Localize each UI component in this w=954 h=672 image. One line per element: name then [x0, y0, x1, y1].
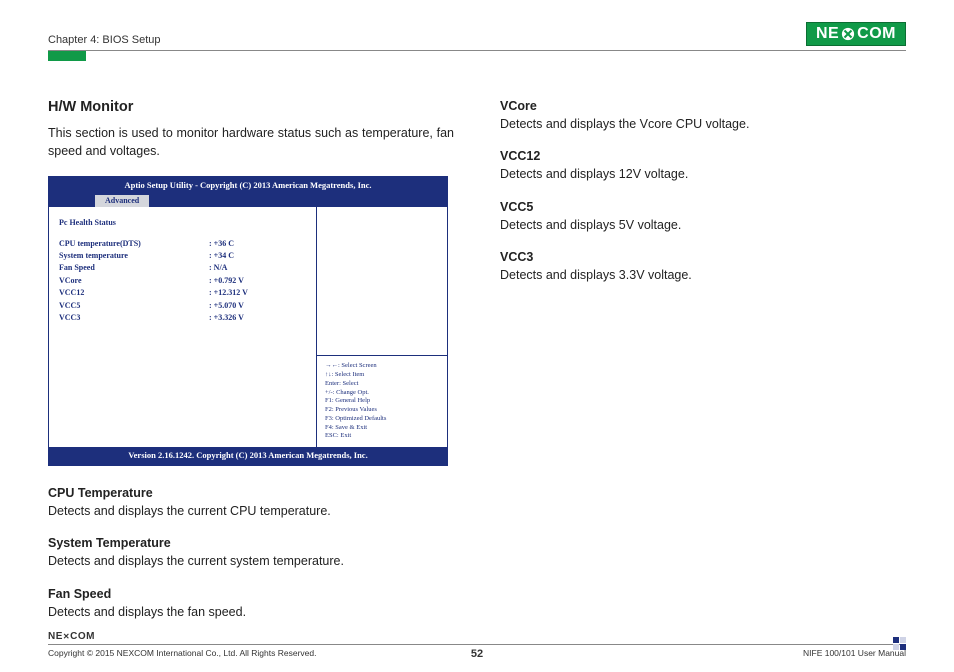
- bios-left-pane: Pc Health Status CPU temperature(DTS): +…: [49, 207, 317, 447]
- bios-row-value: : N/A: [209, 262, 227, 274]
- bios-help-line: +/-: Change Opt.: [325, 389, 439, 398]
- bios-row-label: System temperature: [59, 250, 209, 262]
- bios-right-pane: →←: Select Screen↑↓: Select ItemEnter: S…: [317, 207, 447, 447]
- term-title: VCC12: [500, 147, 906, 165]
- footer-squares-icon: [893, 637, 906, 650]
- term-title: VCC5: [500, 198, 906, 216]
- bios-row-label: CPU temperature(DTS): [59, 238, 209, 250]
- term-desc: Detects and displays the current system …: [48, 552, 454, 570]
- bios-help-line: →←: Select Screen: [325, 362, 439, 371]
- bios-help-line: ↑↓: Select Item: [325, 371, 439, 380]
- bios-row: VCore: +0.792 V: [59, 275, 306, 287]
- bios-row-label: VCC3: [59, 312, 209, 324]
- term-desc: Detects and displays the Vcore CPU volta…: [500, 115, 906, 133]
- bios-footer-bar: Version 2.16.1242. Copyright (C) 2013 Am…: [49, 447, 447, 465]
- bios-help-line: F4: Save & Exit: [325, 424, 439, 433]
- bios-tab-row: Advanced: [49, 195, 447, 207]
- content-columns: H/W Monitor This section is used to moni…: [48, 97, 906, 621]
- footer-logo-left: NE: [48, 631, 63, 642]
- bios-help-keys: →←: Select Screen↑↓: Select ItemEnter: S…: [317, 356, 447, 447]
- term-title: VCore: [500, 97, 906, 115]
- bios-row: Fan Speed: N/A: [59, 262, 306, 274]
- bios-row-value: : +3.326 V: [209, 312, 244, 324]
- bios-help-line: F2: Previous Values: [325, 406, 439, 415]
- bios-row: VCC3: +3.326 V: [59, 312, 306, 324]
- bios-row-value: : +34 C: [209, 250, 234, 262]
- section-title: H/W Monitor: [48, 97, 454, 118]
- term-desc: Detects and displays the current CPU tem…: [48, 502, 454, 520]
- bios-rows: CPU temperature(DTS): +36 CSystem temper…: [59, 238, 306, 325]
- term-title: VCC3: [500, 248, 906, 266]
- bios-row-label: Fan Speed: [59, 262, 209, 274]
- logo-x-icon: [840, 26, 856, 42]
- brand-logo: NE COM: [806, 22, 906, 46]
- bios-help-line: F1: General Help: [325, 397, 439, 406]
- logo-text-right: COM: [857, 25, 896, 43]
- bios-row-value: : +5.070 V: [209, 300, 244, 312]
- footer-manual-name: NIFE 100/101 User Manual: [803, 648, 906, 658]
- term-title: System Temperature: [48, 534, 454, 552]
- term-desc: Detects and displays 5V voltage.: [500, 216, 906, 234]
- bios-row-label: VCC5: [59, 300, 209, 312]
- bios-row-label: VCore: [59, 275, 209, 287]
- footer-logo-right: COM: [70, 631, 95, 642]
- page-footer: NE✕COM Copyright © 2015 NEXCOM Internati…: [48, 626, 906, 658]
- page-number: 52: [471, 648, 483, 660]
- term-desc: Detects and displays the fan speed.: [48, 603, 454, 621]
- bios-row-value: : +36 C: [209, 238, 234, 250]
- right-column: VCoreDetects and displays the Vcore CPU …: [500, 97, 906, 621]
- header-accent-bar: [48, 51, 86, 61]
- chapter-label: Chapter 4: BIOS Setup: [48, 34, 161, 46]
- bios-help-line: F3: Optimized Defaults: [325, 415, 439, 424]
- bios-row-value: : +12.312 V: [209, 287, 248, 299]
- bios-screenshot: Aptio Setup Utility - Copyright (C) 2013…: [48, 176, 448, 466]
- logo-text-left: NE: [816, 25, 839, 43]
- bios-row: VCC5: +5.070 V: [59, 300, 306, 312]
- footer-copyright: Copyright © 2015 NEXCOM International Co…: [48, 648, 316, 658]
- left-column: H/W Monitor This section is used to moni…: [48, 97, 454, 621]
- term-desc: Detects and displays 3.3V voltage.: [500, 266, 906, 284]
- footer-logo: NE✕COM: [48, 632, 95, 642]
- bios-help-line: ESC: Exit: [325, 432, 439, 441]
- page-header: Chapter 4: BIOS Setup NE COM: [48, 22, 906, 51]
- bios-title-bar: Aptio Setup Utility - Copyright (C) 2013…: [49, 177, 447, 195]
- term-title: Fan Speed: [48, 585, 454, 603]
- bios-row-value: : +0.792 V: [209, 275, 244, 287]
- term-desc: Detects and displays 12V voltage.: [500, 165, 906, 183]
- bios-tab-advanced: Advanced: [95, 195, 149, 207]
- bios-section-heading: Pc Health Status: [59, 217, 306, 229]
- term-title: CPU Temperature: [48, 484, 454, 502]
- bios-help-line: Enter: Select: [325, 380, 439, 389]
- bios-row: System temperature: +34 C: [59, 250, 306, 262]
- bios-row: CPU temperature(DTS): +36 C: [59, 238, 306, 250]
- bios-row: VCC12: +12.312 V: [59, 287, 306, 299]
- section-intro: This section is used to monitor hardware…: [48, 124, 454, 160]
- bios-row-label: VCC12: [59, 287, 209, 299]
